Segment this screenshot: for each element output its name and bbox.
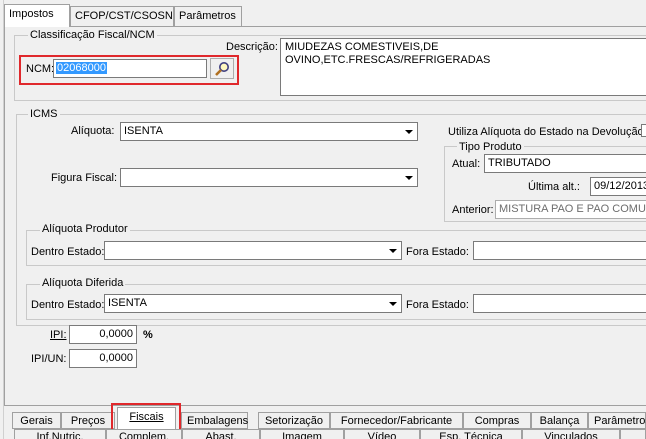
ncm-highlight <box>19 55 239 85</box>
tab-impostos[interactable]: Impostos <box>4 4 70 27</box>
diferida-dentro-select[interactable]: ISENTA <box>104 294 402 313</box>
tab-esp-tecnica[interactable]: Esp. Técnica <box>420 429 522 439</box>
ipi-field[interactable]: 0,0000 <box>69 325 137 344</box>
utiliza-aliquota-checkbox[interactable] <box>641 124 646 137</box>
anterior-field[interactable]: MISTURA PAO E PAO COMUM <box>495 200 646 219</box>
ipi-label: IPI: <box>50 329 67 341</box>
ipi-percent: % <box>143 329 153 341</box>
descricao-label: Descrição: <box>226 41 278 53</box>
tipo-produto-legend: Tipo Produto <box>457 141 524 153</box>
descricao-field[interactable]: MIUDEZAS COMESTIVEIS,DE OVINO,ETC.FRESCA… <box>280 38 646 96</box>
tab-complem[interactable]: Complem. <box>106 429 182 439</box>
ultima-alt-label: Última alt.: <box>528 181 580 193</box>
classificacao-legend: Classificação Fiscal/NCM <box>28 29 157 41</box>
produtor-dentro-label: Dentro Estado: <box>31 246 105 258</box>
left-edge-marker <box>0 0 4 439</box>
tab-parametros-bottom[interactable]: Parâmetros <box>588 412 646 429</box>
aliquota-label: Alíquota: <box>71 125 115 137</box>
diferida-dentro-value: ISENTA <box>108 297 147 309</box>
produtor-fora-field[interactable] <box>473 241 646 260</box>
chevron-down-icon[interactable] <box>401 123 417 140</box>
produtor-dentro-select[interactable] <box>104 241 402 260</box>
produtor-fora-label: Fora Estado: <box>406 246 469 258</box>
icms-legend: ICMS <box>28 108 60 120</box>
tab-fornecedor-fabricante[interactable]: Fornecedor/Fabricante <box>330 412 463 429</box>
tab-inf-nutric[interactable]: Inf.Nutric. <box>14 429 106 439</box>
aliquota-select[interactable]: ISENTA <box>120 122 418 141</box>
aliquota-produtor-legend: Alíquota Produtor <box>40 223 130 235</box>
diferida-fora-field[interactable] <box>473 294 646 313</box>
ipiun-label: IPI/UN: <box>31 353 67 365</box>
tab-compras[interactable]: Compras <box>463 412 531 429</box>
chevron-down-icon[interactable] <box>401 169 417 186</box>
aliquota-diferida-legend: Alíquota Diferida <box>40 277 126 289</box>
chevron-down-icon[interactable] <box>385 295 401 312</box>
ultima-alt-field[interactable]: 09/12/2013 <box>590 177 646 196</box>
atual-label: Atual: <box>452 158 481 170</box>
ipiun-field[interactable]: 0,0000 <box>69 349 137 368</box>
utiliza-aliquota-label: Utiliza Alíquota do Estado na Devolução <box>448 126 644 138</box>
figura-fiscal-label: Figura Fiscal: <box>51 172 118 184</box>
tab-balanca[interactable]: Balança <box>531 412 588 429</box>
tab-cfop-cst-csosn[interactable]: CFOP/CST/CSOSN <box>70 6 174 26</box>
tab-gerais[interactable]: Gerais <box>12 412 61 429</box>
tab-vinculados[interactable]: Vinculados <box>522 429 620 439</box>
tab-video[interactable]: Vídeo <box>344 429 420 439</box>
aliquota-value: ISENTA <box>124 125 163 137</box>
diferida-fora-label: Fora Estado: <box>406 299 469 311</box>
tab-abast[interactable]: Abast. <box>182 429 260 439</box>
atual-field[interactable]: TRIBUTADO <box>484 154 646 173</box>
tab-setorizacao[interactable]: Setorização <box>258 412 330 429</box>
tab-parametros[interactable]: Parâmetros <box>174 6 242 26</box>
chevron-down-icon[interactable] <box>385 242 401 259</box>
tab-row2-extra[interactable] <box>620 429 646 439</box>
tab-embalagens[interactable]: Embalagens <box>181 412 248 429</box>
anterior-label: Anterior: <box>452 204 494 216</box>
figura-fiscal-select[interactable] <box>120 168 418 187</box>
diferida-dentro-label: Dentro Estado: <box>31 299 105 311</box>
tab-precos[interactable]: Preços <box>61 412 115 429</box>
tab-imagem[interactable]: Imagem <box>260 429 344 439</box>
